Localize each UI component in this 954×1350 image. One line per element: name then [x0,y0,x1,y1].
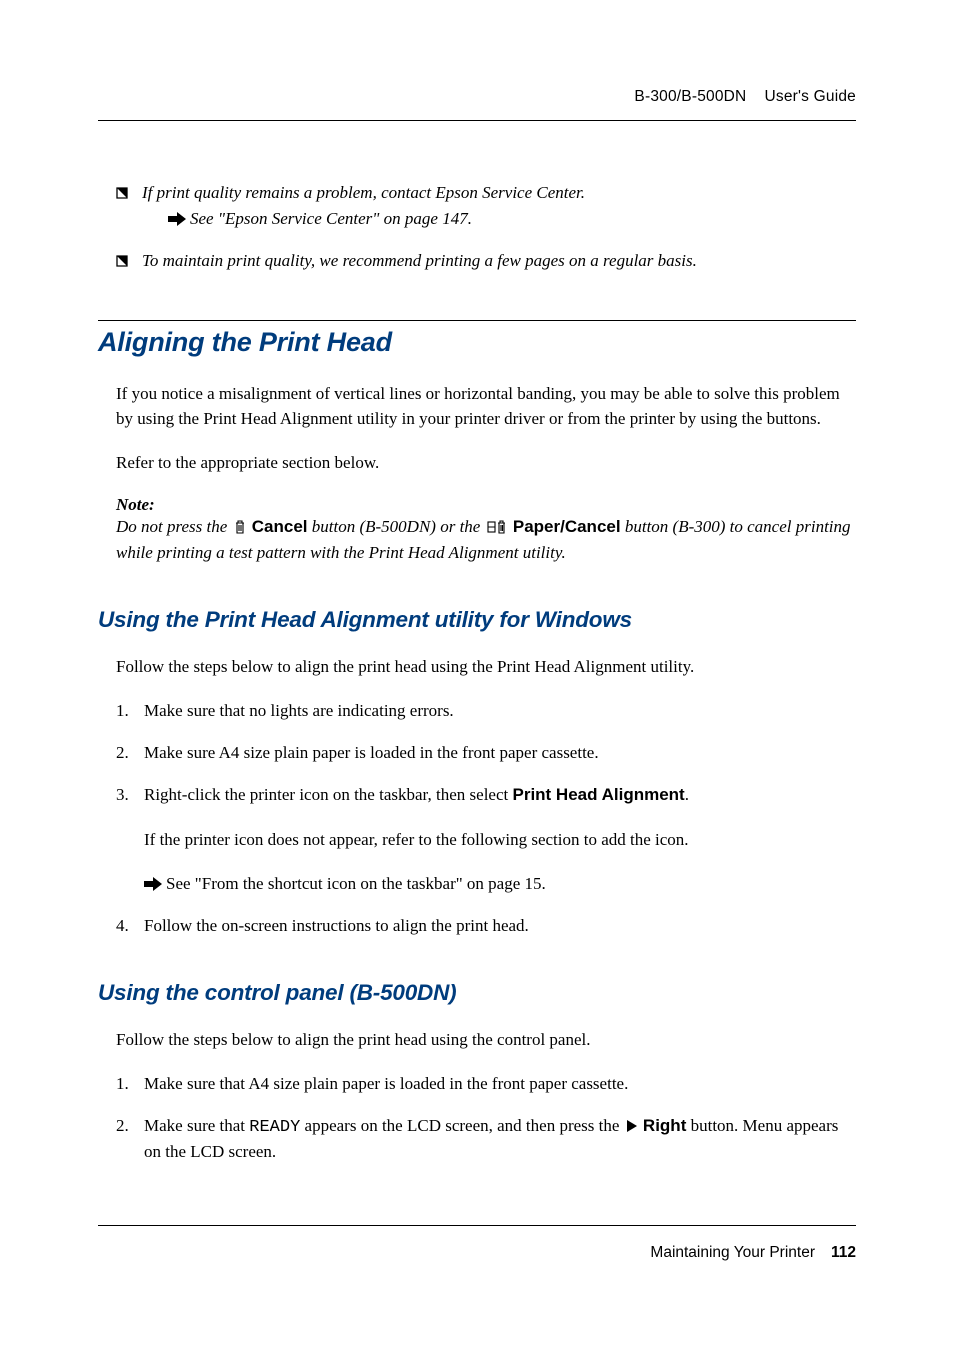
paragraph: Follow the steps below to align the prin… [116,1028,856,1052]
bullet-text: To maintain print quality, we recommend … [142,249,697,273]
header-doc-title: User's Guide [764,88,856,105]
note-text: Do not press the [116,517,232,536]
right-triangle-icon [627,1120,637,1132]
step-item: 2. Make sure that READY appears on the L… [116,1114,856,1164]
step-text: Make sure that no lights are indicating … [144,699,856,723]
paragraph: If you notice a misalignment of vertical… [116,382,856,430]
bullet-text: If print quality remains a problem, cont… [142,181,585,205]
bullet-item: If print quality remains a problem, cont… [116,181,856,231]
arrow-right-icon [168,212,186,226]
note-label: Note: [116,495,856,515]
cancel-button-label: Cancel [252,517,308,536]
bullet-marker-icon [116,255,128,267]
paper-trash-icon [487,517,507,541]
step-text: Make sure that READY appears on the LCD … [144,1114,856,1164]
heading-aligning: Aligning the Print Head [98,327,856,358]
bullet-item: To maintain print quality, we recommend … [116,249,856,273]
paper-cancel-button-label: Paper/Cancel [513,517,621,536]
step-text: Right-click the printer icon on the task… [144,785,512,804]
step-number: 1. [116,699,144,723]
step-number: 1. [116,1072,144,1096]
note-body: Do not press the Cancel button (B-500DN)… [116,515,856,565]
menu-item-label: Print Head Alignment [512,785,684,804]
right-button-label: Right [643,1116,686,1135]
step-number: 4. [116,914,144,938]
header-model: B-300/B-500DN [634,88,746,105]
arrow-right-icon [144,877,162,891]
footer-chapter: Maintaining Your Printer [650,1244,815,1261]
step-text: Make sure A4 size plain paper is loaded … [144,741,856,765]
step-item: 3. Right-click the printer icon on the t… [116,783,856,895]
paragraph: Follow the steps below to align the prin… [116,655,856,679]
page-footer: Maintaining Your Printer 112 [98,1225,856,1262]
heading-windows: Using the Print Head Alignment utility f… [98,607,856,633]
step-item: 1. Make sure that no lights are indicati… [116,699,856,723]
lcd-text: READY [249,1118,300,1137]
paragraph: Refer to the appropriate section below. [116,451,856,475]
cross-reference-text: See "Epson Service Center" on page 147. [190,207,472,231]
step-text: Make sure that A4 size plain paper is lo… [144,1072,856,1096]
trash-icon [234,517,246,541]
step-text: Follow the on-screen instructions to ali… [144,914,856,938]
step-number: 3. [116,783,144,807]
cross-reference: See "Epson Service Center" on page 147. [168,207,585,231]
cross-reference: See "From the shortcut icon on the taskb… [144,872,856,896]
step-sub-paragraph: If the printer icon does not appear, ref… [144,828,856,852]
footer-page-number: 112 [831,1244,856,1261]
step-item: 2. Make sure A4 size plain paper is load… [116,741,856,765]
step-number: 2. [116,1114,144,1138]
note-text: button (B-500DN) or the [308,517,485,536]
step-item: 1. Make sure that A4 size plain paper is… [116,1072,856,1096]
header-rule [98,120,856,121]
step-number: 2. [116,741,144,765]
step-text: . [685,785,689,804]
cross-reference-text: See "From the shortcut icon on the taskb… [166,872,546,896]
step-item: 4. Follow the on-screen instructions to … [116,914,856,938]
section-rule [98,320,856,321]
page-header: B-300/B-500DN User's Guide [98,88,856,106]
heading-control-panel: Using the control panel (B-500DN) [98,980,856,1006]
bullet-marker-icon [116,187,128,199]
